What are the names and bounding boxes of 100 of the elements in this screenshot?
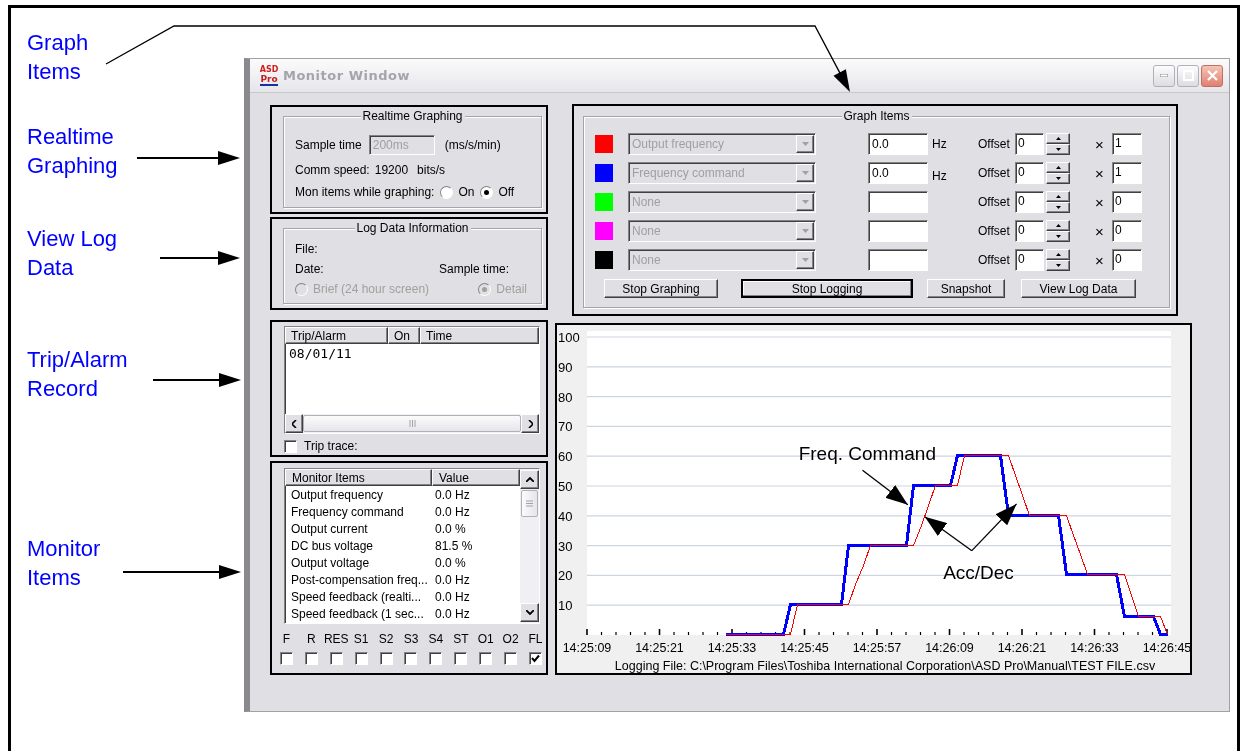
- y-tick-label: 40: [558, 508, 573, 524]
- spin-up-button[interactable]: [1046, 220, 1070, 231]
- radio-label[interactable]: Off: [498, 185, 515, 199]
- x-tick-label: 14:26:09: [925, 641, 974, 655]
- spin-up-button[interactable]: [1046, 249, 1070, 260]
- down-arrow-icon: [1055, 177, 1061, 180]
- column-header[interactable]: Monitor Items: [285, 469, 432, 486]
- scroll-right-button[interactable]: [521, 414, 539, 433]
- action-button[interactable]: View Log Data: [1021, 279, 1136, 298]
- terminal-label: O2: [501, 632, 520, 646]
- down-arrow-icon: [1055, 148, 1061, 151]
- annotation-label: Freq. Command: [798, 443, 936, 465]
- spin-down-button[interactable]: [1046, 173, 1070, 184]
- table-cell-text: 0.0 %: [434, 521, 466, 536]
- table-cell-text: 0.0 Hz: [434, 572, 470, 587]
- column-header[interactable]: Trip/Alarm: [285, 327, 388, 344]
- radio-label[interactable]: On: [458, 185, 475, 199]
- field-label: Date:: [295, 262, 324, 276]
- checkbox[interactable]: [354, 652, 368, 665]
- column-header[interactable]: On: [388, 327, 420, 344]
- annotation-arrow: [971, 503, 1018, 552]
- up-arrow-icon: [1055, 224, 1061, 227]
- terminal-label: RES: [323, 632, 349, 646]
- y-tick-label: 100: [558, 330, 580, 345]
- checkbox-label[interactable]: Trip trace:: [304, 439, 358, 453]
- vertical-scrollbar[interactable]: [520, 469, 539, 623]
- checkbox[interactable]: [454, 652, 468, 665]
- table-cell-text: Speed feedback (realti...: [290, 589, 423, 604]
- list-row[interactable]: 08/01/11: [289, 346, 539, 361]
- column-header[interactable]: Value: [432, 469, 520, 486]
- offset-label: Offset: [978, 253, 1011, 267]
- y-tick-label: 20: [558, 568, 573, 584]
- grip-icon: [408, 420, 416, 427]
- spin-down-button[interactable]: [1046, 144, 1070, 155]
- checkbox[interactable]: [529, 652, 543, 665]
- checkbox[interactable]: [479, 652, 493, 665]
- multiplier-sign: ×: [1095, 222, 1105, 240]
- table-cell-text: 0.0 Hz: [434, 606, 470, 621]
- checkbox[interactable]: [284, 439, 297, 453]
- scroll-up-button[interactable]: [520, 470, 539, 489]
- caret-icon: [801, 258, 809, 262]
- down-arrow-icon: [1055, 264, 1061, 267]
- spin-up-button[interactable]: [1046, 133, 1070, 144]
- terminal-label: S3: [402, 632, 420, 646]
- checkbox[interactable]: [279, 652, 293, 665]
- horizontal-scrollbar[interactable]: [285, 414, 539, 433]
- table-cell-text: Post-compensation freq...: [290, 572, 429, 587]
- spin-up-button[interactable]: [1046, 191, 1070, 202]
- unit-label: Hz: [931, 137, 948, 151]
- value-field[interactable]: [868, 220, 928, 242]
- terminal-label: S2: [377, 632, 395, 646]
- action-button[interactable]: Stop Logging: [741, 279, 913, 298]
- scroll-thumb[interactable]: [303, 415, 521, 432]
- y-tick-label: 90: [558, 359, 573, 375]
- column-header[interactable]: Time: [420, 327, 539, 344]
- terminal-label: F: [281, 632, 292, 646]
- table-cell-text: DC bus voltage: [290, 538, 375, 553]
- checkbox[interactable]: [429, 652, 443, 665]
- checkbox[interactable]: [329, 652, 343, 665]
- scroll-thumb[interactable]: [521, 490, 538, 517]
- x-tick-label: 14:25:09: [562, 641, 612, 655]
- spin-up-button[interactable]: [1046, 162, 1070, 173]
- y-tick-label: 70: [558, 419, 573, 435]
- checkbox[interactable]: [504, 652, 518, 665]
- multiplier-sign: ×: [1095, 135, 1105, 153]
- spin-down-button[interactable]: [1046, 202, 1070, 213]
- checkbox[interactable]: [404, 652, 418, 665]
- radio-button[interactable]: [480, 185, 494, 199]
- caret-icon: [801, 229, 809, 233]
- close-button[interactable]: [1201, 64, 1223, 87]
- table-cell-text: 0.0 Hz: [434, 589, 470, 604]
- checkbox[interactable]: [379, 652, 393, 665]
- action-button[interactable]: Stop Graphing: [604, 279, 718, 298]
- terminal-label: O1: [476, 632, 495, 646]
- maximize-icon: [1182, 70, 1194, 81]
- app-icon-text: ASD: [259, 65, 279, 74]
- value-field[interactable]: [868, 249, 928, 271]
- scroll-left-button[interactable]: [285, 414, 303, 433]
- table-cell-text: Output current: [290, 521, 369, 536]
- value-field[interactable]: [868, 191, 928, 213]
- spin-down-button[interactable]: [1046, 260, 1070, 271]
- y-tick-label: 10: [558, 598, 573, 614]
- y-tick-label: 80: [558, 389, 573, 405]
- callout-label: Trip/Alarm Record: [27, 346, 129, 403]
- scroll-down-button[interactable]: [520, 603, 539, 622]
- terminal-label: S1: [352, 632, 370, 646]
- checkbox[interactable]: [304, 652, 318, 665]
- action-button[interactable]: Snapshot: [927, 279, 1005, 298]
- field-label: Comm speed:: [295, 163, 370, 177]
- callout-label: Realtime Graphing: [27, 123, 119, 180]
- callout-label: Graph Items: [27, 29, 90, 86]
- caret-icon: [801, 142, 809, 146]
- multiplier-sign: ×: [1095, 164, 1105, 182]
- up-arrow-icon: [1055, 195, 1061, 198]
- table-cell-text: 0.0 %: [434, 555, 466, 570]
- radio-button[interactable]: [440, 185, 454, 199]
- spin-down-button[interactable]: [1046, 231, 1070, 242]
- group-title: Graph Items: [841, 109, 912, 124]
- window-title: Monitor Window: [283, 68, 410, 83]
- callout-label: View Log Data: [27, 225, 119, 282]
